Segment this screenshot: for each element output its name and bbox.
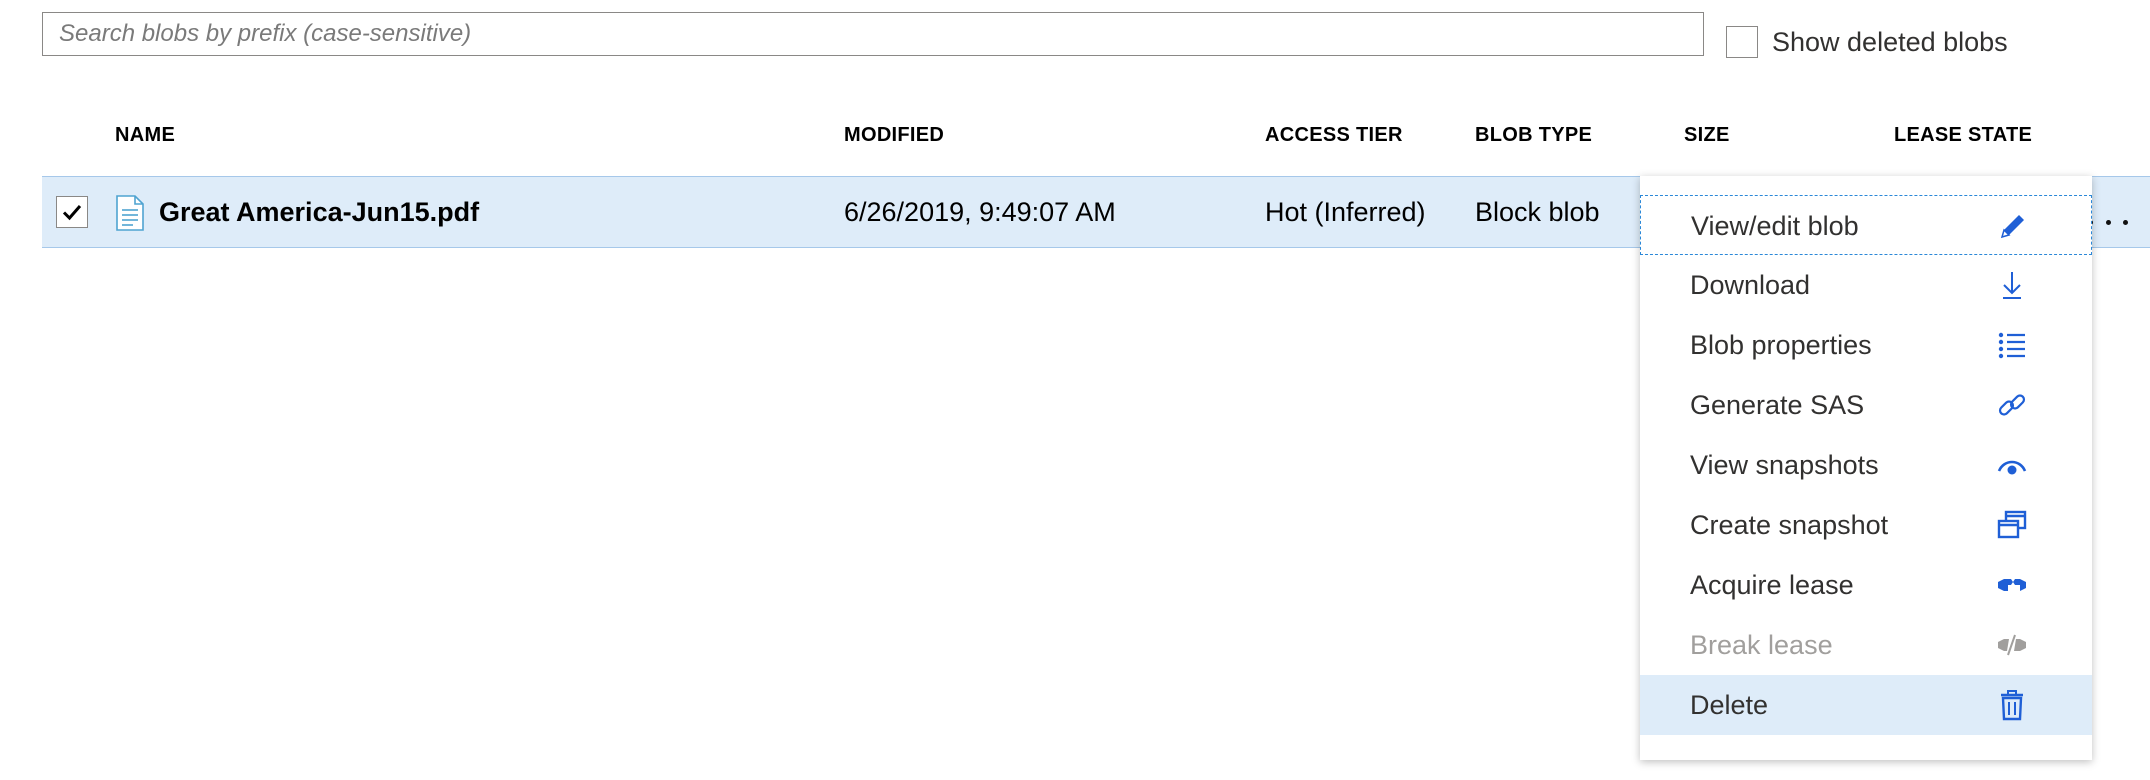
more-actions-button[interactable] — [2088, 210, 2128, 234]
show-deleted-label: Show deleted blobs — [1772, 26, 2008, 57]
column-header-lease-state[interactable]: LEASE STATE — [1894, 124, 2032, 147]
menu-item-acquire-lease[interactable]: Acquire lease — [1640, 555, 2092, 615]
search-box[interactable] — [42, 12, 1704, 56]
eye-icon — [1997, 460, 2027, 475]
document-icon — [116, 195, 144, 231]
show-deleted-checkbox[interactable] — [1726, 26, 1758, 58]
column-header-blob-type[interactable]: BLOB TYPE — [1475, 124, 1592, 147]
search-input[interactable] — [43, 13, 1703, 55]
column-header-name[interactable]: NAME — [115, 124, 175, 147]
lease-icon — [1998, 579, 2026, 591]
menu-item-delete[interactable]: Delete — [1640, 675, 2092, 735]
checkmark-icon — [62, 205, 82, 221]
menu-item-download[interactable]: Download — [1640, 255, 2092, 315]
menu-item-generate-sas[interactable]: Generate SAS — [1640, 375, 2092, 435]
blob-name-link[interactable]: Great America-Jun15.pdf — [159, 177, 479, 247]
blob-list-view: Show deleted blobs NAME MODIFIED ACCESS … — [0, 0, 2150, 780]
pencil-icon — [2000, 215, 2024, 239]
context-menu: View/edit blob Download Blob properties — [1640, 176, 2092, 760]
menu-item-break-lease: Break lease — [1640, 615, 2092, 675]
menu-item-view-edit-blob[interactable]: View/edit blob — [1640, 195, 2092, 255]
menu-item-view-snapshots[interactable]: View snapshots — [1640, 435, 2092, 495]
show-deleted-toggle[interactable]: Show deleted blobs — [1726, 22, 2008, 62]
menu-item-create-snapshot[interactable]: Create snapshot — [1640, 495, 2092, 555]
column-header-size[interactable]: SIZE — [1684, 124, 1730, 147]
row-checkbox[interactable] — [56, 196, 88, 228]
list-icon — [1998, 332, 2025, 359]
access-tier-cell: Hot (Inferred) — [1265, 197, 1426, 227]
download-icon — [2003, 272, 2021, 299]
modified-cell: 6/26/2019, 9:49:07 AM — [844, 197, 1116, 227]
link-icon — [1998, 394, 2026, 416]
blob-type-cell: Block blob — [1475, 197, 1600, 227]
column-header-access-tier[interactable]: ACCESS TIER — [1265, 124, 1403, 147]
menu-item-blob-properties[interactable]: Blob properties — [1640, 315, 2092, 375]
column-header-modified[interactable]: MODIFIED — [844, 124, 944, 147]
copy-windows-icon — [1997, 510, 2027, 539]
break-lease-icon — [1998, 634, 2026, 656]
trash-icon — [2001, 690, 2023, 721]
